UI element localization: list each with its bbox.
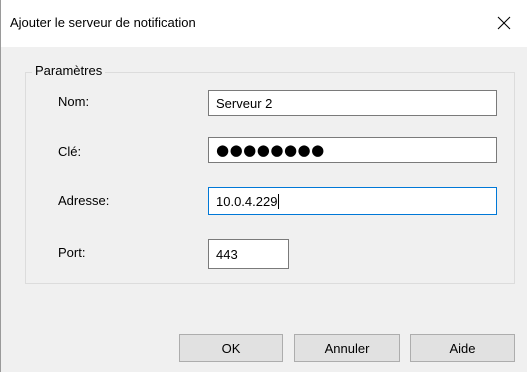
close-button[interactable] bbox=[481, 0, 527, 46]
cancel-button[interactable]: Annuler bbox=[294, 334, 400, 362]
text-caret bbox=[278, 193, 280, 209]
window-title: Ajouter le serveur de notification bbox=[10, 15, 196, 30]
title-bar[interactable]: Ajouter le serveur de notification bbox=[1, 0, 527, 47]
port-label: Port: bbox=[58, 245, 86, 260]
port-field-value: 443 bbox=[216, 246, 238, 262]
help-button[interactable]: Aide bbox=[410, 334, 515, 362]
ok-button[interactable]: OK bbox=[179, 334, 283, 362]
address-label: Adresse: bbox=[58, 193, 110, 208]
parameters-group-label: Paramètres bbox=[32, 63, 106, 78]
address-field-value: 10.0.4.229 bbox=[216, 193, 278, 209]
name-field[interactable]: Serveur 2 bbox=[208, 90, 497, 116]
add-notification-server-dialog: Ajouter le serveur de notification Param… bbox=[0, 0, 527, 372]
key-label: Clé: bbox=[58, 144, 82, 159]
name-field-value: Serveur 2 bbox=[216, 95, 273, 111]
close-icon bbox=[497, 16, 511, 30]
name-label: Nom: bbox=[58, 94, 90, 109]
key-field[interactable]: ●●●●●●●● bbox=[208, 137, 497, 163]
address-field[interactable]: 10.0.4.229 bbox=[208, 187, 497, 215]
key-field-value: ●●●●●●●● bbox=[216, 141, 325, 159]
port-field[interactable]: 443 bbox=[208, 239, 289, 269]
